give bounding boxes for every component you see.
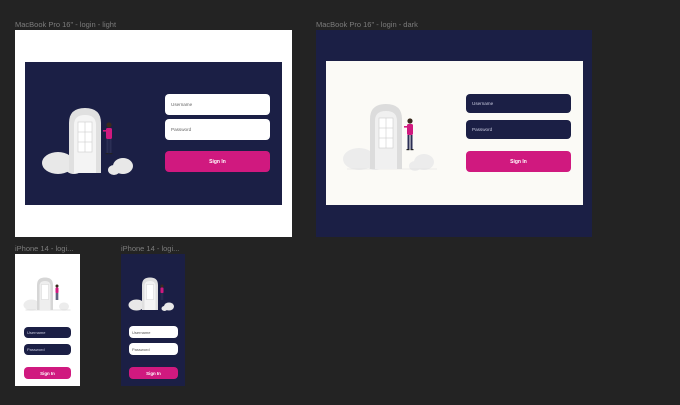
door-illustration-icon <box>343 104 437 171</box>
password-field[interactable]: Password <box>466 120 571 139</box>
frame-iphone-light[interactable]: Username Password Sign In <box>15 254 80 386</box>
frame-iphone-dark[interactable]: Username Password Sign In <box>121 254 185 386</box>
username-field[interactable]: Username <box>165 94 270 115</box>
sign-in-button[interactable]: Sign In <box>466 151 571 172</box>
person-icon <box>160 284 164 300</box>
person-icon <box>404 118 414 151</box>
login-panel: Username Password Sign In <box>326 61 583 205</box>
username-field[interactable]: Username <box>129 326 178 338</box>
password-field[interactable]: Password <box>129 343 178 355</box>
password-field[interactable]: Password <box>165 119 270 140</box>
door-illustration-icon <box>23 277 71 311</box>
frame-macbook-dark[interactable]: Username Password Sign In <box>316 30 592 237</box>
person-icon <box>55 284 59 300</box>
door-illustration-icon <box>42 108 133 175</box>
sign-in-button[interactable]: Sign In <box>24 367 71 379</box>
username-field[interactable]: Username <box>466 94 571 113</box>
frame-label-macbook-light[interactable]: MacBook Pro 16" - login - light <box>15 20 116 29</box>
frame-label-iphone-dark[interactable]: iPhone 14 - logi... <box>121 244 179 253</box>
door-illustration-icon <box>128 277 174 311</box>
frame-label-iphone-light[interactable]: iPhone 14 - logi... <box>15 244 73 253</box>
login-panel: Username Password Sign In <box>25 62 282 205</box>
person-icon <box>103 122 113 155</box>
password-field[interactable]: Password <box>24 344 71 355</box>
sign-in-button[interactable]: Sign In <box>129 367 178 379</box>
username-field[interactable]: Username <box>24 327 71 338</box>
sign-in-button[interactable]: Sign In <box>165 151 270 172</box>
frame-label-macbook-dark[interactable]: MacBook Pro 16" - login - dark <box>316 20 418 29</box>
frame-macbook-light[interactable]: Username Password Sign In <box>15 30 292 237</box>
